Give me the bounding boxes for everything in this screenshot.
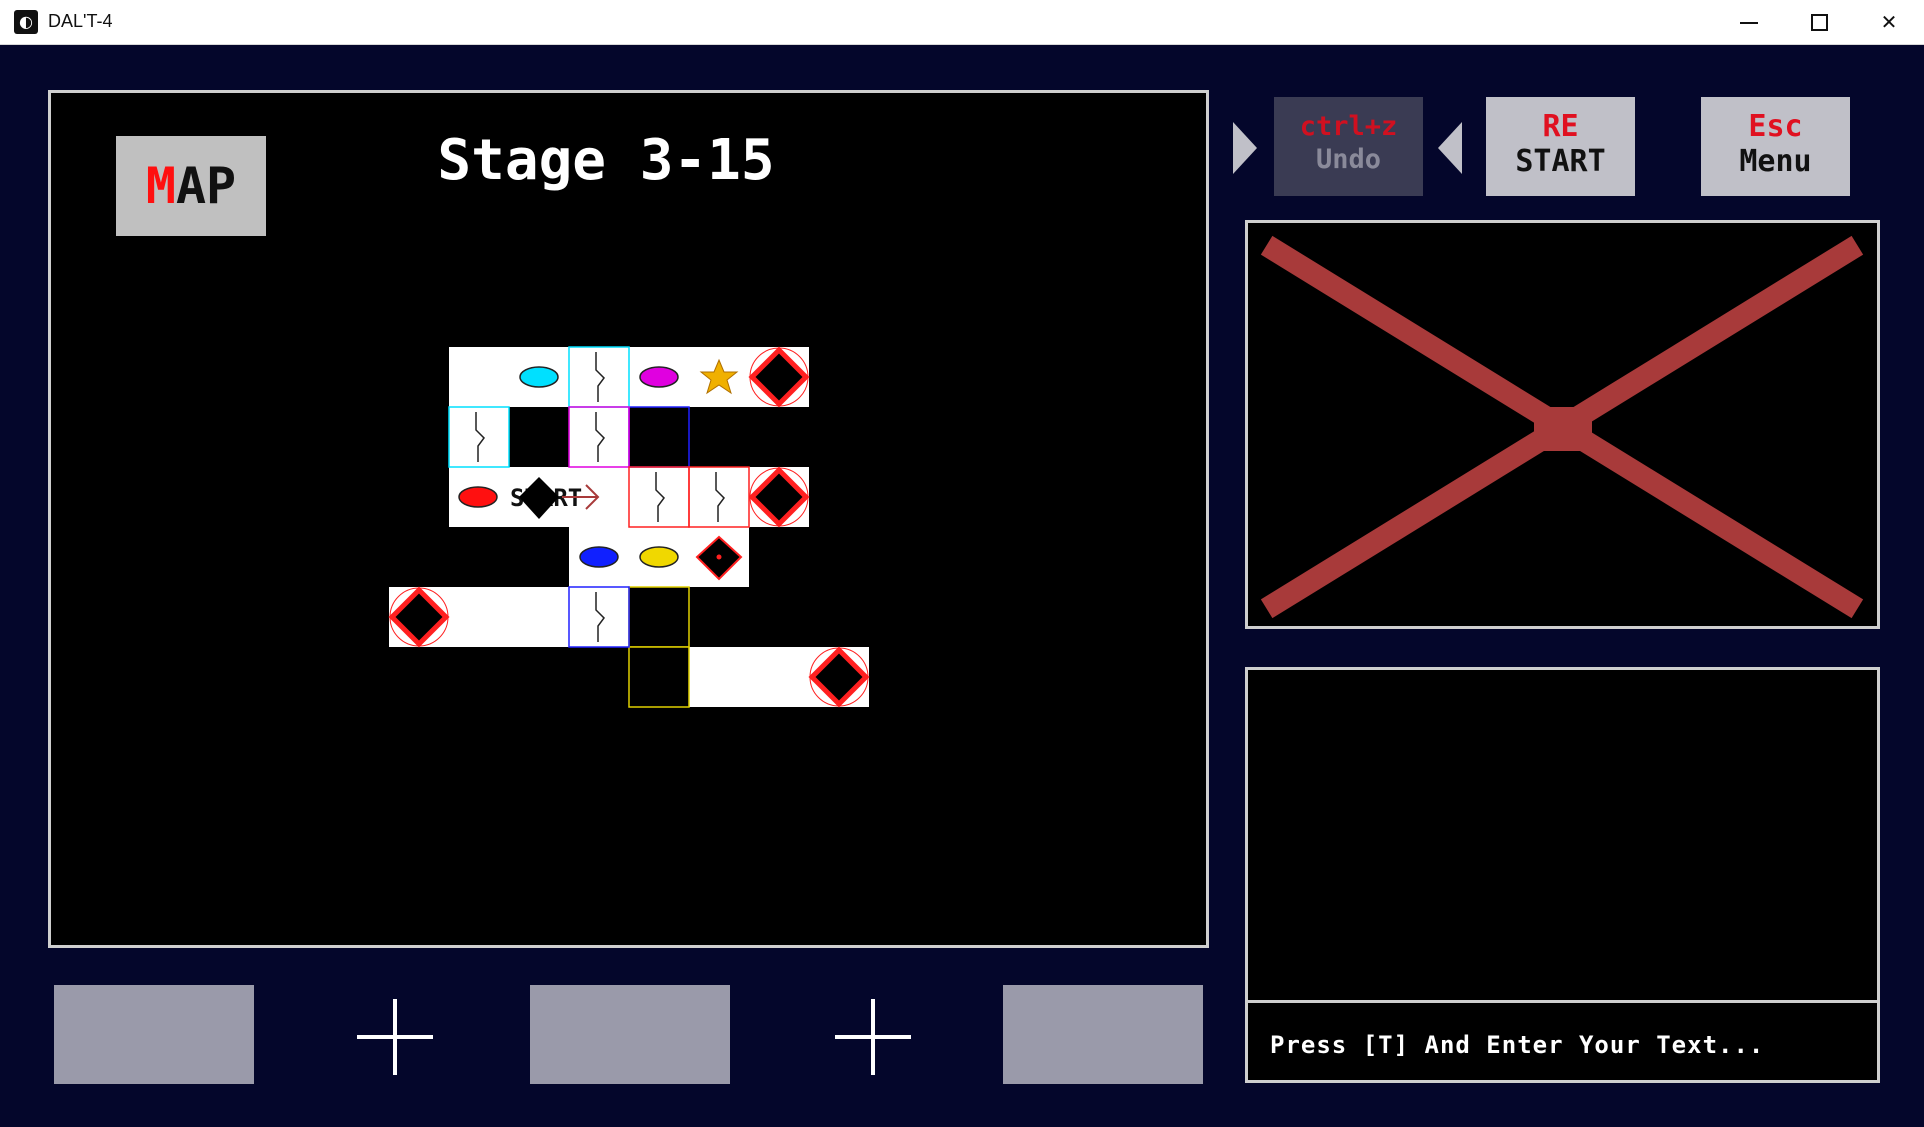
text-input-bar[interactable]: Press [T] And Enter Your Text... [1248, 1000, 1877, 1083]
text-panel: Press [T] And Enter Your Text... [1245, 667, 1880, 1083]
game-board-panel: START MAP Stage 3-15 [48, 90, 1209, 948]
close-button[interactable]: ✕ [1854, 0, 1924, 44]
inventory-slot-3[interactable] [1003, 985, 1203, 1084]
preview-panel [1245, 220, 1880, 629]
yellow-key-icon [639, 546, 679, 568]
minimize-button[interactable] [1714, 0, 1784, 44]
goal-icon [748, 466, 810, 528]
goal-icon [748, 346, 810, 408]
plus-icon [357, 999, 433, 1075]
maximize-button[interactable] [1784, 0, 1854, 44]
arrow-right-icon [1233, 122, 1257, 174]
blue-key-icon [579, 546, 619, 568]
inventory-slot-2[interactable] [530, 985, 730, 1084]
text-prompt: Press [T] And Enter Your Text... [1270, 1031, 1765, 1059]
magenta-key-icon [639, 366, 679, 388]
undo-shortcut: ctrl+z [1299, 111, 1398, 142]
minimize-icon [1740, 22, 1758, 24]
pit-tile [628, 586, 690, 648]
pit-tile [628, 646, 690, 708]
plus-icon [835, 999, 911, 1075]
undo-button[interactable]: ctrl+z Undo [1274, 97, 1423, 196]
menu-key: Esc [1748, 109, 1803, 144]
goal-icon [388, 586, 450, 648]
pit-tile [628, 406, 690, 468]
arrow-left-icon [1438, 122, 1462, 174]
restart-label: START [1515, 144, 1606, 179]
menu-label: Menu [1739, 144, 1812, 179]
cyan-key-icon [519, 366, 559, 388]
window-title: DAL'T-4 [48, 11, 113, 31]
title-bar: ◐ DAL'T-4 ✕ [0, 0, 1924, 45]
maximize-icon [1811, 14, 1828, 31]
red-key-icon [458, 486, 498, 508]
red-x-icon [1260, 235, 1864, 619]
restart-key: RE [1542, 109, 1579, 144]
menu-button[interactable]: Esc Menu [1701, 97, 1850, 196]
restart-button[interactable]: RE START [1486, 97, 1635, 196]
app-icon: ◐ [14, 10, 38, 34]
stage-title: Stage 3-15 [437, 128, 775, 193]
close-icon: ✕ [1880, 10, 1898, 34]
inventory-slot-1[interactable] [54, 985, 254, 1084]
map-button[interactable]: MAP [116, 136, 266, 236]
goal-icon [808, 646, 870, 708]
undo-label: Undo [1315, 144, 1382, 175]
